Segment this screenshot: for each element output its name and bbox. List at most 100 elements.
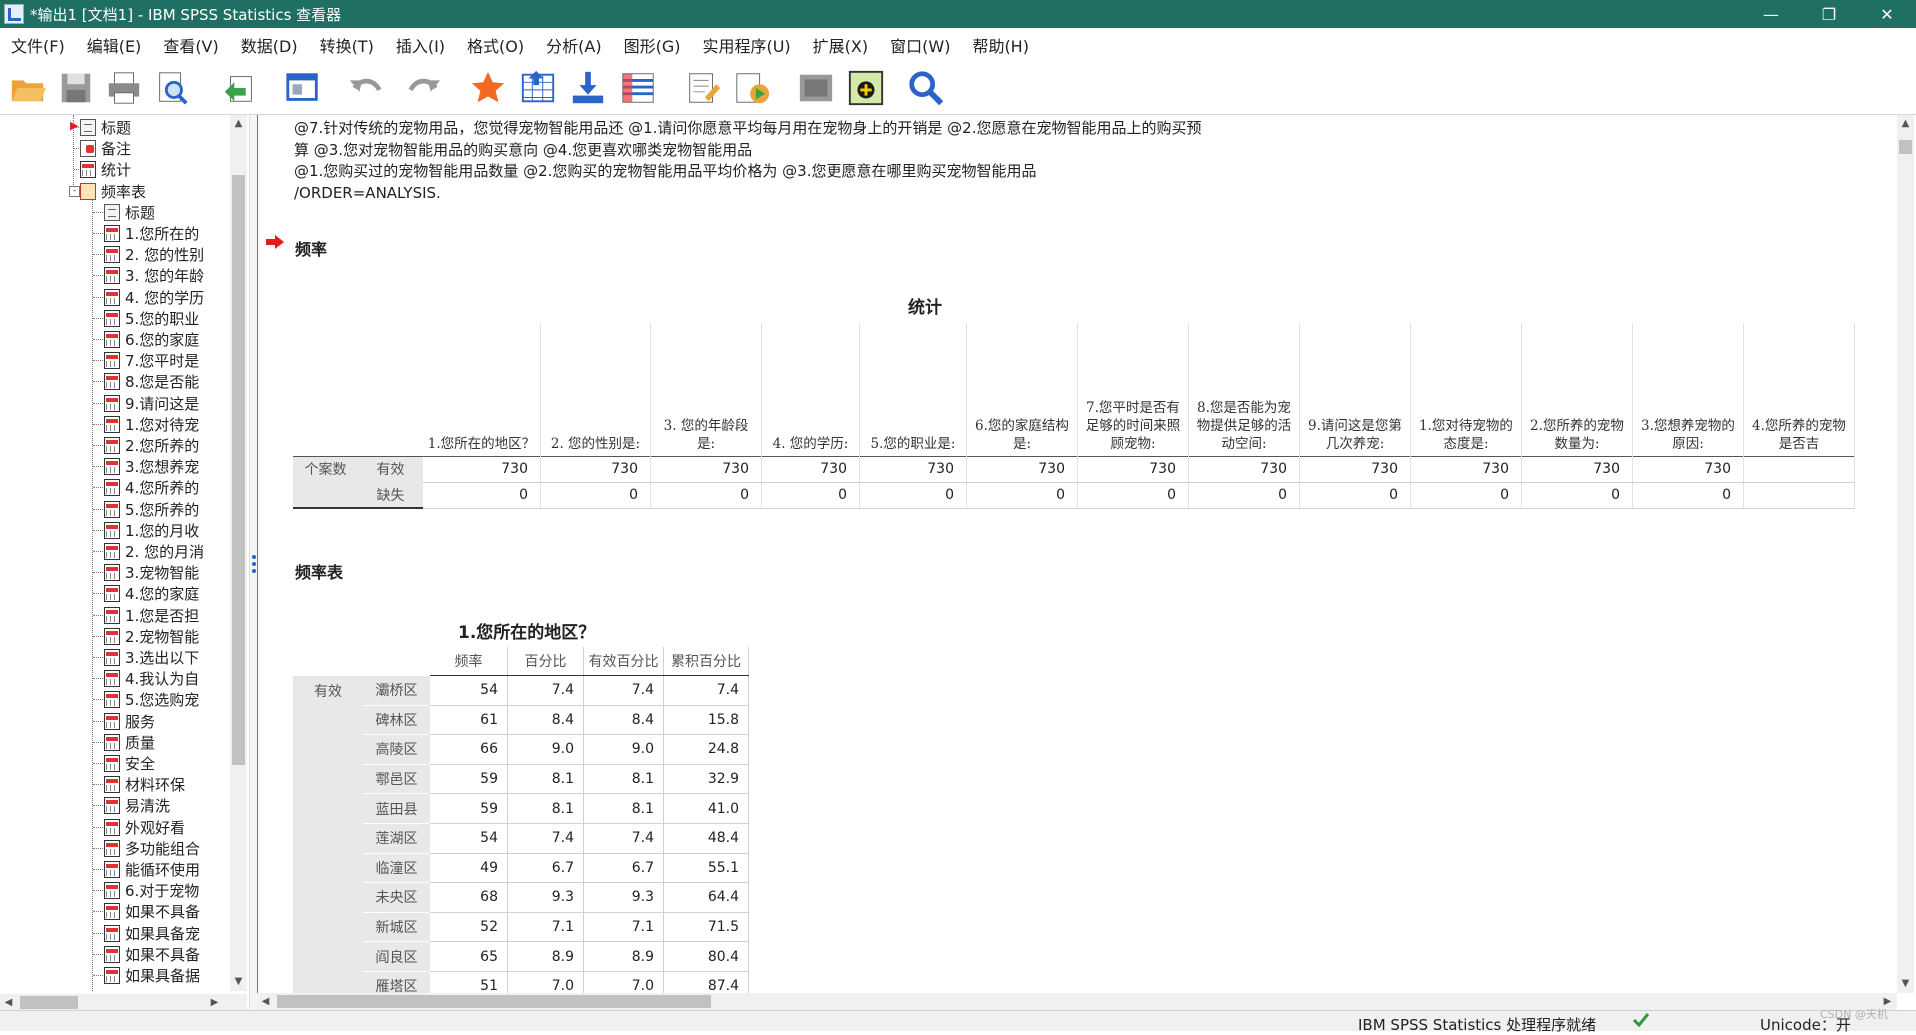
demote-icon[interactable] xyxy=(796,68,836,108)
outline-item[interactable]: 2. 您的性别 xyxy=(104,244,204,265)
menu-item[interactable]: 插入(I) xyxy=(385,33,456,57)
open-icon[interactable] xyxy=(8,68,48,108)
tree-guide-line xyxy=(93,635,103,637)
scroll-right-arrow-icon[interactable]: ▶ xyxy=(206,994,223,1011)
restore-button[interactable]: ❐ xyxy=(1800,0,1858,28)
outline-item[interactable]: 能循环使用 xyxy=(104,859,200,880)
menu-item[interactable]: 帮助(H) xyxy=(961,33,1040,57)
outline-item-label: 如果不具备 xyxy=(125,945,201,964)
variables-icon[interactable] xyxy=(618,68,658,108)
outline-item[interactable]: 统计 xyxy=(80,159,131,180)
menu-item[interactable]: 编辑(E) xyxy=(76,33,153,57)
collapse-toggle-icon[interactable]: - xyxy=(69,185,80,197)
content-horizontal-scrollbar[interactable]: ◀ ▶ xyxy=(257,993,1897,1010)
scroll-up-arrow-icon[interactable]: ▲ xyxy=(230,115,247,132)
stats-cell: 0 xyxy=(650,482,762,509)
table-icon xyxy=(104,967,120,984)
current-item-arrow-icon: ▶ xyxy=(70,119,79,132)
outline-item[interactable]: 易清洗 xyxy=(104,795,170,816)
export-icon[interactable] xyxy=(220,68,260,108)
outline-item[interactable]: 1.您对待宠 xyxy=(104,414,199,435)
outline-item[interactable]: 质量 xyxy=(104,732,155,753)
outline-item[interactable]: 6.对于宠物 xyxy=(104,880,199,901)
outline-item[interactable]: 9.请问这是 xyxy=(104,393,199,414)
outline-item[interactable]: 标题 xyxy=(104,202,155,223)
outline-item[interactable]: 1.您的月收 xyxy=(104,520,199,541)
stats-row: 个案数 有效 730 730 730 730 730 730 730 730 730 730 730 73… xyxy=(293,455,1855,483)
scroll-left-arrow-icon[interactable]: ◀ xyxy=(0,994,17,1011)
tree-guide-line xyxy=(93,678,103,680)
save-icon[interactable] xyxy=(56,68,96,108)
goto-case-icon[interactable] xyxy=(518,68,558,108)
outline-item[interactable]: 2. 您的月消 xyxy=(104,541,204,562)
recall-dialog-icon[interactable] xyxy=(283,68,323,108)
outline-item[interactable]: 服务 xyxy=(104,711,155,732)
outline-item[interactable]: 3.选出以下 xyxy=(104,647,199,668)
outline-item[interactable]: 4.您的家庭 xyxy=(104,583,199,604)
menu-item[interactable]: 实用程序(U) xyxy=(691,33,801,57)
minimize-button[interactable]: — xyxy=(1742,0,1800,28)
redo-icon[interactable] xyxy=(404,68,444,108)
content-hscroll-thumb[interactable] xyxy=(277,995,711,1008)
outline-item[interactable]: 外观好看 xyxy=(104,817,185,838)
outline-item[interactable]: 4.您所养的 xyxy=(104,477,199,498)
outline-item[interactable]: 频率表 xyxy=(80,181,146,202)
menu-item[interactable]: 文件(F) xyxy=(0,33,76,57)
menu-item[interactable]: 数据(D) xyxy=(230,33,309,57)
search-icon[interactable] xyxy=(906,68,946,108)
outline-item[interactable]: 材料环保 xyxy=(104,774,185,795)
stats-column-header: 2. 您的性别是: xyxy=(540,323,651,456)
outline-item[interactable]: 5.您所养的 xyxy=(104,499,199,520)
outline-item[interactable]: 1.您所在的 xyxy=(104,223,199,244)
scroll-down-arrow-icon[interactable]: ▼ xyxy=(230,973,247,990)
goto-variable-icon[interactable] xyxy=(568,68,608,108)
menu-item[interactable]: 查看(V) xyxy=(152,33,229,57)
outline-item[interactable]: 2.宠物智能 xyxy=(104,626,199,647)
print-icon[interactable] xyxy=(104,68,144,108)
outline-item[interactable]: 标题 xyxy=(80,117,131,138)
menu-item[interactable]: 转换(T) xyxy=(309,33,385,57)
outline-item[interactable]: 8.您是否能 xyxy=(104,371,199,392)
content-scroll-thumb[interactable] xyxy=(1899,140,1912,154)
menu-item[interactable]: 扩展(X) xyxy=(802,33,879,57)
outline-item[interactable]: 多功能组合 xyxy=(104,838,200,859)
outline-item[interactable]: 3.您想养宠 xyxy=(104,456,199,477)
outline-item[interactable]: 安全 xyxy=(104,753,155,774)
print-preview-icon[interactable] xyxy=(152,68,192,108)
outline-item[interactable]: 7.您平时是 xyxy=(104,350,199,371)
outline-item[interactable]: 6.您的家庭 xyxy=(104,329,199,350)
table-icon xyxy=(104,882,120,900)
menu-item[interactable]: 图形(G) xyxy=(613,33,692,57)
outline-item[interactable]: 4.我认为自 xyxy=(104,668,199,689)
outline-item[interactable]: 如果具备据 xyxy=(104,965,200,986)
undo-icon[interactable] xyxy=(346,68,386,108)
goto-data-icon[interactable] xyxy=(468,68,508,108)
outline-item[interactable]: 3.宠物智能 xyxy=(104,562,199,583)
outline-item[interactable]: 4. 您的学历 xyxy=(104,287,204,308)
outline-vertical-scrollbar[interactable]: ▲ ▼ xyxy=(230,115,247,991)
insert-output-icon[interactable] xyxy=(732,68,772,108)
outline-item[interactable]: 如果不具备 xyxy=(104,944,200,965)
show-output-icon[interactable] xyxy=(683,68,723,108)
outline-item[interactable]: 3. 您的年龄 xyxy=(104,265,204,286)
outline-scroll-thumb[interactable] xyxy=(232,175,245,765)
outline-item[interactable]: 2.您所养的 xyxy=(104,435,199,456)
outline-item[interactable]: 如果不具备 xyxy=(104,901,200,922)
close-button[interactable]: ✕ xyxy=(1858,0,1916,28)
content-vertical-scrollbar[interactable]: ▲ ▼ xyxy=(1897,115,1914,993)
menu-item[interactable]: 格式(O) xyxy=(456,33,535,57)
outline-horizontal-scrollbar[interactable]: ◀ ▶ xyxy=(0,994,247,1011)
scroll-down-arrow-icon[interactable]: ▼ xyxy=(1897,975,1914,992)
scroll-left-arrow-icon[interactable]: ◀ xyxy=(257,993,274,1010)
designate-window-icon[interactable] xyxy=(846,68,886,108)
outline-item[interactable]: 如果具备宠 xyxy=(104,923,200,944)
outline-item[interactable]: 1.您是否担 xyxy=(104,605,199,626)
outline-item[interactable]: 5.您的职业 xyxy=(104,308,199,329)
outline-item[interactable]: 5.您选购宠 xyxy=(104,689,199,710)
outline-item-label: 6.对于宠物 xyxy=(125,882,200,901)
menu-item[interactable]: 分析(A) xyxy=(535,33,612,57)
outline-hscroll-thumb[interactable] xyxy=(20,996,78,1009)
menu-item[interactable]: 窗口(W) xyxy=(879,33,961,57)
outline-item[interactable]: 备注 xyxy=(80,138,131,159)
scroll-up-arrow-icon[interactable]: ▲ xyxy=(1897,115,1914,132)
